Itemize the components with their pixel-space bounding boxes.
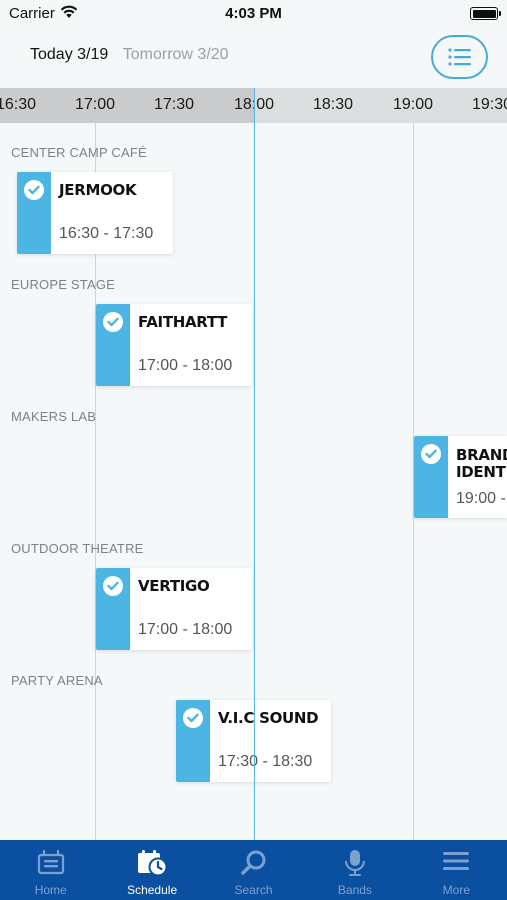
check-icon[interactable] — [421, 444, 441, 464]
tab-search[interactable]: Search — [203, 840, 304, 900]
battery-icon — [470, 7, 501, 20]
tab-more[interactable]: More — [406, 840, 507, 900]
event-color-strip — [96, 568, 130, 650]
check-icon[interactable] — [24, 180, 44, 200]
home-icon — [37, 849, 64, 875]
schedule-icon — [138, 850, 168, 877]
tab-schedule[interactable]: Schedule — [101, 840, 202, 900]
check-icon[interactable] — [103, 576, 123, 596]
tab-home[interactable]: Home — [0, 840, 101, 900]
stage-label: MAKERS LAB — [11, 409, 97, 424]
time-label: 19:00 — [392, 96, 434, 113]
tab-label: More — [442, 883, 470, 897]
event-title: BRAND IDENTITY — [456, 446, 507, 481]
event-time: 16:30 - 17:30 — [59, 225, 154, 242]
tab-label: Bands — [337, 883, 372, 897]
event-card[interactable]: JERMOOK 16:30 - 17:30 — [17, 172, 173, 254]
tab-label: Search — [234, 883, 273, 897]
event-color-strip — [17, 172, 51, 254]
event-time: 17:30 - 18:30 — [218, 753, 313, 770]
event-title: FAITHARTT — [138, 313, 228, 331]
event-time: 19:00 - — [456, 490, 506, 507]
day-tab-today[interactable]: Today 3/19 — [30, 46, 108, 64]
event-time: 17:00 - 18:00 — [138, 357, 233, 374]
day-tab-tomorrow[interactable]: Tomorrow 3/20 — [123, 46, 229, 64]
stage-label: PARTY ARENA — [11, 673, 103, 688]
tab-label: Home — [34, 883, 67, 897]
search-icon — [240, 850, 266, 875]
elapsed-time-shade — [0, 88, 254, 123]
current-time-line — [254, 88, 255, 840]
event-card[interactable]: FAITHARTT 17:00 - 18:00 — [96, 304, 252, 386]
event-card[interactable]: BRAND IDENTITY 19:00 - — [414, 436, 507, 518]
day-selector: Today 3/19 Tomorrow 3/20 — [30, 46, 239, 64]
event-title: JERMOOK — [59, 181, 137, 199]
time-label: 19:30 — [471, 96, 507, 113]
menu-icon — [443, 852, 470, 870]
time-label: 17:00 — [74, 96, 116, 113]
check-icon[interactable] — [103, 312, 123, 332]
check-icon[interactable] — [183, 708, 203, 728]
event-title: VERTIGO — [138, 577, 210, 595]
stage-label: CENTER CAMP CAFÉ — [11, 145, 147, 160]
clock: 4:03 PM — [225, 5, 282, 22]
time-label: 18:30 — [312, 96, 354, 113]
event-color-strip — [96, 304, 130, 386]
microphone-icon — [344, 850, 365, 876]
tab-bar: Home Schedule Search Bands More — [0, 840, 507, 900]
list-icon — [447, 48, 471, 66]
event-card[interactable]: VERTIGO 17:00 - 18:00 — [96, 568, 252, 650]
stage-label: EUROPE STAGE — [11, 277, 116, 292]
list-view-button[interactable] — [431, 35, 488, 79]
status-bar: Carrier 4:03 PM — [0, 0, 507, 30]
time-label: 16:30 — [0, 96, 37, 113]
stage-label: OUTDOOR THEATRE — [11, 541, 144, 556]
tab-label: Schedule — [127, 883, 178, 897]
event-title: V.I.C SOUND — [218, 709, 319, 727]
event-time: 17:00 - 18:00 — [138, 621, 233, 638]
tab-bands[interactable]: Bands — [304, 840, 405, 900]
event-color-strip — [414, 436, 448, 518]
time-label: 17:30 — [153, 96, 195, 113]
event-color-strip — [176, 700, 210, 782]
